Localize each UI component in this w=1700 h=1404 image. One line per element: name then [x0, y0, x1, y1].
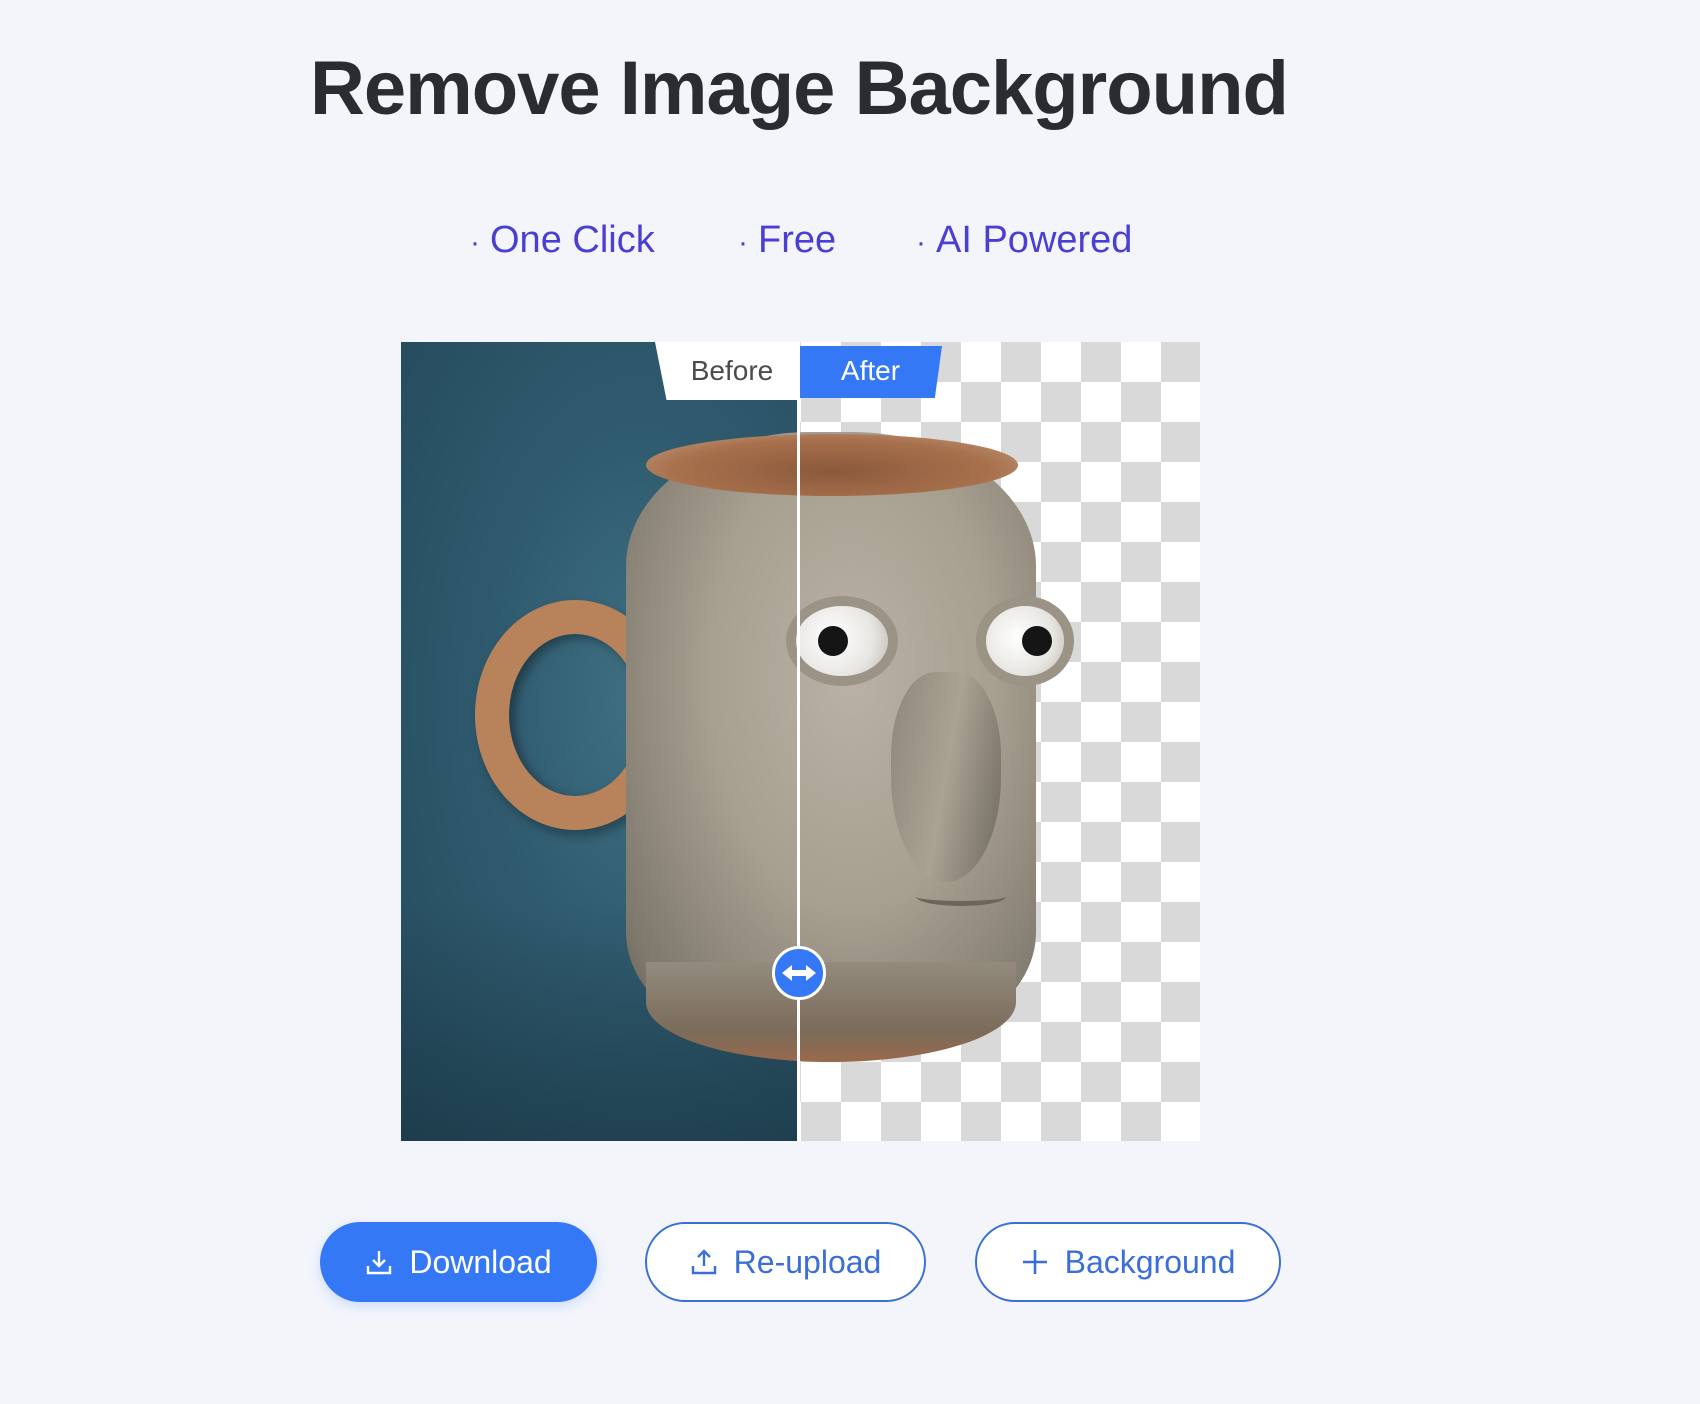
mug-eye-right: [986, 606, 1064, 676]
download-button[interactable]: Download: [320, 1222, 597, 1302]
tab-after[interactable]: After: [799, 346, 942, 398]
page-title: Remove Image Background: [310, 46, 1289, 131]
feature-free: · Free: [738, 215, 836, 268]
bullet-icon: ·: [470, 226, 480, 259]
mug-rim: [646, 434, 1018, 496]
bullet-icon: ·: [916, 226, 926, 259]
tab-before[interactable]: Before: [655, 342, 799, 400]
reupload-label: Re-upload: [733, 1243, 882, 1280]
mug-mouth: [916, 887, 1006, 906]
feature-label: Free: [758, 219, 837, 261]
mug-nose: [891, 672, 1001, 882]
before-after-comparison[interactable]: Before After: [401, 342, 1200, 1141]
pupil: [1022, 626, 1052, 656]
slider-divider[interactable]: [797, 342, 800, 1141]
background-label: Background: [1064, 1243, 1236, 1280]
bullet-icon: ·: [738, 226, 748, 259]
action-bar: Download Re-upload Background: [0, 1222, 1700, 1302]
feature-label: One Click: [490, 219, 655, 261]
download-icon: [367, 1251, 392, 1275]
feature-list: · One Click · Free · AI Powered: [0, 215, 1700, 265]
mug-base: [646, 962, 1016, 1062]
upload-icon: [691, 1249, 716, 1275]
slider-handle[interactable]: [772, 946, 826, 1000]
download-label: Download: [409, 1243, 552, 1280]
mug-image: [401, 342, 1200, 1141]
left-right-arrows-icon: [782, 965, 816, 981]
add-background-button[interactable]: Background: [975, 1222, 1281, 1302]
feature-one-click: · One Click: [470, 215, 655, 268]
feature-label: AI Powered: [936, 219, 1133, 261]
mug-eye-left: [796, 606, 888, 676]
feature-ai-powered: · AI Powered: [916, 215, 1132, 268]
pupil: [818, 626, 848, 656]
reupload-button[interactable]: Re-upload: [645, 1222, 926, 1302]
plus-icon: [1022, 1250, 1047, 1274]
